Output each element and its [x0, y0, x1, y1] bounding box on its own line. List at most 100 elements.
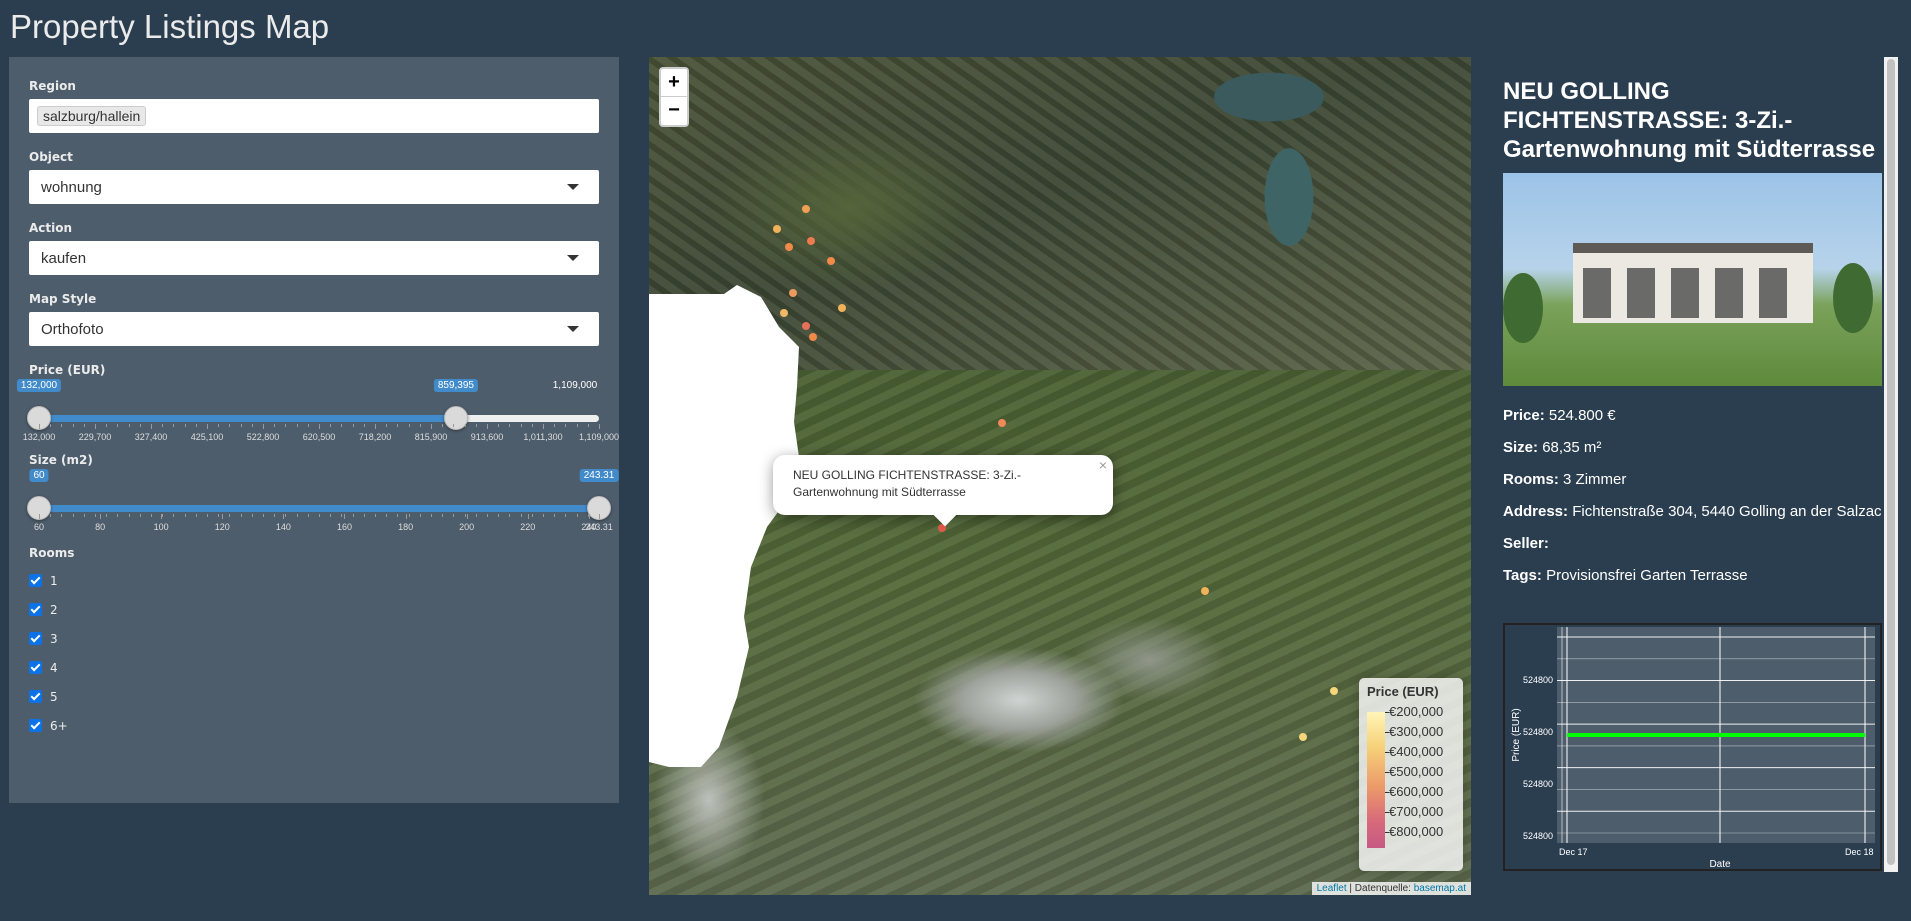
room-checkbox-5[interactable]: 5: [29, 682, 599, 711]
size-minor-tick: [431, 514, 432, 517]
price-tick-label: 425,100: [190, 432, 224, 442]
price-ticks: [29, 424, 600, 430]
size-minor-tick: [229, 514, 231, 517]
price-from-bubble: 132,000: [16, 379, 62, 392]
checkbox-icon[interactable]: [29, 661, 42, 674]
price-slider[interactable]: 132,000 859,395 1,109,000 132,000 229,700…: [16, 377, 619, 442]
price-tick-label: 620,500: [302, 432, 336, 442]
price-legend: Price (EUR) €200,000 €300,000 €400,000 €500…: [1359, 678, 1463, 871]
size-minor-tick: [184, 514, 186, 517]
leaflet-link[interactable]: Leaflet: [1317, 883, 1347, 894]
size-minor-tick: [419, 514, 421, 517]
room-checkbox-2[interactable]: 2: [29, 595, 599, 624]
room-checkbox-label: 5: [50, 689, 58, 704]
map-marker[interactable]: [1201, 587, 1209, 595]
map-marker[interactable]: [1330, 687, 1338, 695]
map-marker[interactable]: [827, 257, 835, 265]
size-tick-label: 140: [275, 522, 291, 532]
map-marker[interactable]: [809, 333, 817, 341]
price-control: Price (EUR) 132,000 859,395 1,109,000 13…: [16, 363, 619, 442]
action-label: Action: [29, 221, 73, 235]
map-marker[interactable]: [785, 243, 793, 251]
room-checkbox-3[interactable]: 3: [29, 624, 599, 653]
price-history-chart: 524800524800524800524800524800Dec 17Dec …: [1503, 623, 1882, 871]
region-control: Region salzburg/hallein: [29, 79, 599, 133]
popup-text: NEU GOLLING FICHTENSTRASSE: 3-Zi.-Garten…: [793, 468, 1022, 499]
legend-item: €700,000: [1384, 804, 1444, 819]
price-minor-tick: [296, 424, 298, 427]
map-marker[interactable]: [789, 289, 797, 297]
room-checkbox-1[interactable]: 1: [29, 566, 599, 595]
chart-x-tick-label: Dec 17: [1559, 847, 1588, 857]
size-slider[interactable]: 60 243.31 60 80 100 120 140 160 180 200 220 240 24…: [27, 467, 619, 532]
legend-item: €200,000: [1384, 704, 1444, 719]
detail-scrollbar-thumb[interactable]: [1887, 59, 1895, 865]
size-minor-tick: [95, 514, 96, 517]
map-view[interactable]: + − NEU GOLLING FICHTENSTRASSE: 3-Zi.-Ga…: [649, 57, 1471, 895]
close-icon[interactable]: ×: [1099, 457, 1107, 474]
price-minor-tick: [464, 424, 466, 427]
price-minor-tick: [475, 424, 477, 427]
room-checkbox-label: 6+: [50, 718, 68, 733]
checkbox-icon[interactable]: [29, 632, 42, 645]
region-input[interactable]: salzburg/hallein: [29, 99, 599, 133]
legend-item: €800,000: [1384, 824, 1444, 839]
size-minor-tick: [453, 514, 455, 517]
checkbox-icon[interactable]: [29, 603, 42, 616]
room-checkbox-label: 4: [50, 660, 58, 675]
price-minor-tick: [587, 424, 589, 427]
map-marker[interactable]: [1299, 733, 1307, 741]
room-checkbox-4[interactable]: 4: [29, 653, 599, 682]
map-marker[interactable]: [807, 237, 815, 245]
price-minor-tick: [83, 424, 85, 427]
chart-y-axis-label: Price (EUR): [1511, 708, 1522, 761]
price-max-label: 1,109,000: [548, 379, 602, 392]
map-style-control: Map Style Orthofoto: [29, 292, 599, 346]
size-minor-tick: [61, 514, 63, 517]
size-minor-tick: [117, 514, 119, 517]
price-minor-tick: [95, 424, 96, 427]
map-marker[interactable]: [838, 304, 846, 312]
checkbox-icon[interactable]: [29, 719, 42, 732]
checkbox-icon[interactable]: [29, 690, 42, 703]
room-checkbox-6+[interactable]: 6+: [29, 711, 599, 740]
price-tick-label: 132,000: [22, 432, 56, 442]
size-minor-tick: [307, 514, 309, 517]
size-tick-label: 160: [336, 522, 352, 532]
map-marker[interactable]: [802, 205, 810, 213]
size-minor-tick: [319, 514, 320, 517]
detail-scrollbar[interactable]: [1884, 57, 1898, 872]
map-marker[interactable]: [998, 419, 1006, 427]
basemap-link[interactable]: basemap.at: [1414, 883, 1466, 894]
price-minor-tick: [50, 424, 52, 427]
size-minor-tick: [475, 514, 477, 517]
map-attribution: Leaflet | Datenquelle: basemap.at: [1311, 882, 1471, 895]
price-to-bubble: 859,395: [433, 379, 478, 392]
size-minor-tick: [587, 514, 589, 517]
size-row-value: 68,35 m²: [1542, 439, 1602, 456]
size-minor-tick: [128, 514, 130, 517]
region-chip[interactable]: salzburg/hallein: [37, 106, 147, 126]
price-minor-tick: [498, 424, 500, 427]
price-minor-tick: [72, 424, 74, 427]
map-marker[interactable]: [773, 225, 781, 233]
checkbox-icon[interactable]: [29, 574, 42, 587]
map-marker[interactable]: [780, 309, 788, 317]
size-label: Size (m2): [29, 453, 93, 467]
zoom-out-button[interactable]: −: [661, 97, 687, 125]
legend-item: €600,000: [1384, 784, 1444, 799]
price-minor-tick: [128, 424, 130, 427]
zoom-in-button[interactable]: +: [661, 69, 687, 97]
map-style-select[interactable]: Orthofoto: [29, 312, 599, 346]
rooms-row: Rooms: 3 Zimmer: [1503, 464, 1882, 496]
action-select[interactable]: kaufen: [29, 241, 599, 275]
chart-y-tick-label: 524800: [1523, 831, 1553, 841]
price-minor-tick: [173, 424, 175, 427]
size-minor-tick: [442, 514, 444, 517]
map-marker[interactable]: [802, 322, 810, 330]
listing-detail-panel: NEU GOLLING FICHTENSTRASSE: 3-Zi.-Garten…: [1503, 57, 1882, 872]
size-tick: [599, 514, 600, 519]
chart-x-axis-label: Date: [1709, 859, 1731, 869]
object-select[interactable]: wohnung: [29, 170, 599, 204]
price-minor-tick: [543, 424, 544, 427]
